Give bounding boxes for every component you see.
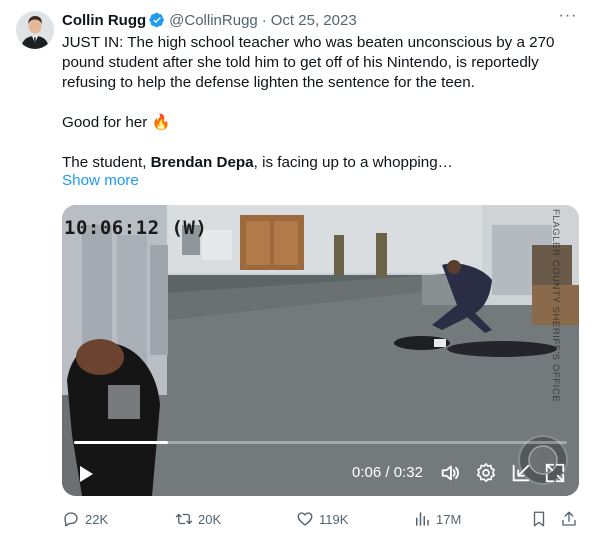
repost-count: 20K bbox=[198, 511, 222, 527]
video-frame bbox=[62, 205, 579, 496]
share-button[interactable] bbox=[560, 510, 583, 528]
student-name: Brendan Depa bbox=[150, 154, 254, 171]
avatar-image bbox=[16, 11, 54, 49]
more-icon[interactable]: ··· bbox=[558, 8, 578, 29]
like-button[interactable]: 119K bbox=[296, 510, 348, 528]
video-watermark: FLAGLER COUNTY SHERIFF'S OFFICE bbox=[550, 209, 561, 403]
paragraph-3-suffix: , is facing up to a whopping… bbox=[253, 154, 453, 171]
video-progress-fill bbox=[74, 441, 168, 444]
time-separator: / bbox=[381, 464, 394, 481]
like-count: 119K bbox=[319, 511, 349, 527]
tweet-paragraph-2: Good for her 🔥 bbox=[62, 114, 171, 131]
repost-button[interactable]: 20K bbox=[175, 510, 221, 528]
reply-count: 22K bbox=[85, 511, 109, 527]
duration: 0:32 bbox=[393, 464, 423, 481]
views-icon bbox=[416, 512, 429, 526]
views-button[interactable]: 17M bbox=[413, 510, 461, 528]
verified-badge-icon bbox=[149, 12, 164, 28]
play-icon[interactable] bbox=[76, 464, 96, 484]
video-progress-bar[interactable] bbox=[74, 441, 567, 444]
volume-icon[interactable] bbox=[439, 462, 461, 484]
view-count: 17M bbox=[436, 511, 462, 527]
share-icon bbox=[562, 511, 576, 526]
minimize-icon[interactable] bbox=[510, 462, 532, 484]
tweet-paragraph-3: The student, Brendan Depa, is facing up … bbox=[62, 153, 572, 173]
separator-dot: · bbox=[261, 11, 267, 29]
video-player[interactable]: 10:06:12 (W) FLAGLER COUNTY SHERIFF'S OF… bbox=[62, 205, 579, 496]
paragraph-3-prefix: The student, bbox=[62, 154, 151, 171]
current-time: 0:06 bbox=[352, 464, 382, 481]
tweet-header: Collin Rugg @CollinRugg · Oct 25, 2023 bbox=[62, 10, 357, 30]
tweet-date[interactable]: Oct 25, 2023 bbox=[271, 12, 357, 29]
reply-icon bbox=[64, 512, 78, 527]
fullscreen-icon[interactable] bbox=[544, 462, 566, 484]
avatar[interactable] bbox=[16, 11, 54, 49]
settings-icon[interactable] bbox=[475, 462, 497, 484]
video-time: 0:06 / 0:32 bbox=[352, 464, 423, 481]
author-name[interactable]: Collin Rugg bbox=[62, 12, 146, 29]
like-icon bbox=[297, 512, 313, 526]
reply-button[interactable]: 22K bbox=[62, 510, 108, 528]
tweet-text: JUST IN: The high school teacher who was… bbox=[62, 33, 572, 173]
repost-icon bbox=[175, 513, 193, 525]
tweet-paragraph-1: JUST IN: The high school teacher who was… bbox=[62, 34, 555, 91]
show-more-link[interactable]: Show more bbox=[62, 172, 139, 189]
bookmark-icon bbox=[533, 511, 545, 527]
video-timestamp-overlay: 10:06:12 (W) bbox=[64, 217, 208, 239]
bookmark-button[interactable] bbox=[530, 510, 553, 528]
tweet-actions: 22K 20K 119K 17M bbox=[62, 510, 582, 530]
author-handle[interactable]: @CollinRugg bbox=[169, 12, 258, 29]
